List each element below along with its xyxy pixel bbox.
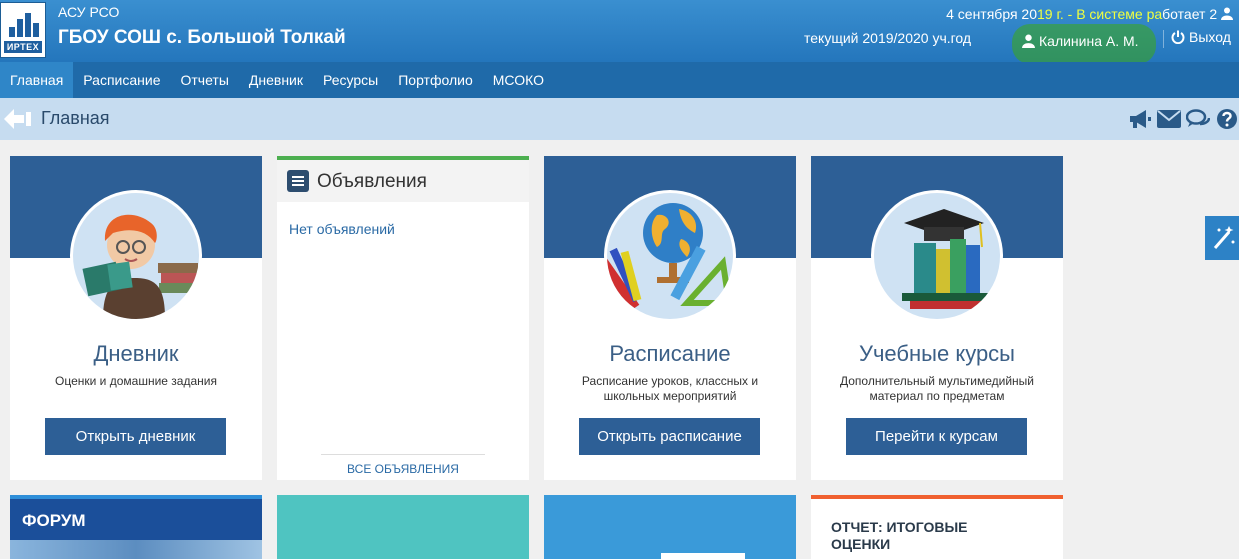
forum-title: ФОРУМ: [22, 511, 86, 530]
logout-label: Выход: [1189, 29, 1231, 45]
system-name: АСУ РСО: [58, 4, 120, 20]
schedule-illustration: [604, 190, 736, 322]
card-subtitle: Дополнительный мультимедийный материал п…: [831, 374, 1043, 404]
nav-item-reports[interactable]: Отчеты: [170, 62, 238, 98]
magic-wand-icon: [1213, 226, 1235, 249]
card-subtitle-line: школьных мероприятий: [603, 389, 737, 403]
card-blue[interactable]: [544, 495, 796, 559]
mail-icon[interactable]: [1157, 107, 1181, 131]
card-subtitle: Оценки и домашние задания: [55, 374, 217, 388]
magic-wand-button[interactable]: [1205, 216, 1239, 260]
page-title: Главная: [41, 108, 110, 128]
nav-item-portfolio[interactable]: Портфолио: [388, 62, 483, 98]
go-to-courses-button[interactable]: Перейти к курсам: [846, 418, 1027, 455]
user-name: Калинина А. М.: [1039, 33, 1139, 49]
report-title-line: ОЦЕНКИ: [831, 536, 891, 552]
report-title: ОТЧЕТ: ИТОГОВЫЕ ОЦЕНКИ: [831, 519, 968, 553]
card-title: Расписание: [609, 341, 731, 366]
logout-button[interactable]: Выход: [1171, 29, 1231, 45]
open-diary-button[interactable]: Открыть дневник: [45, 418, 226, 455]
user-icon: [1022, 34, 1035, 48]
all-announcements-link[interactable]: ВСЕ ОБЪЯВЛЕНИЯ: [277, 462, 529, 476]
card-tab: [661, 553, 745, 559]
courses-illustration: [871, 190, 1003, 322]
nav-item-diary[interactable]: Дневник: [239, 62, 313, 98]
nav-item-msoko[interactable]: МСОКО: [483, 62, 554, 98]
header-bar: ИРТЕХ АСУ РСО ГБОУ СОШ с. Большой Толкай…: [0, 0, 1239, 64]
school-name: ГБОУ СОШ с. Большой Толкай: [58, 27, 346, 48]
card-teal[interactable]: [277, 495, 529, 559]
logo-text: ИРТЕХ: [4, 41, 42, 53]
nav-item-main[interactable]: Главная: [0, 62, 74, 98]
date-highlight-text: 19 г. - В системе ра: [1037, 6, 1163, 22]
card-schedule: Расписание Расписание уроков, классных и…: [544, 156, 796, 480]
card-subtitle: Расписание уроков, классных и школьных м…: [564, 374, 776, 404]
card-title: Дневник: [93, 341, 179, 366]
power-icon: [1171, 30, 1185, 44]
document-icon: [287, 170, 309, 192]
card-subtitle-line: материал по предметам: [869, 389, 1005, 403]
card-subtitle-line: Расписание уроков, классных и: [581, 374, 759, 388]
card-announcements: Объявления Нет объявлений ВСЕ ОБЪЯВЛЕНИЯ: [277, 156, 529, 480]
diary-illustration: [70, 190, 202, 322]
nav-item-resources[interactable]: Ресурсы: [313, 62, 388, 98]
main-nav: Главная Расписание Отчеты Дневник Ресурс…: [0, 62, 1239, 98]
date-text: 4 сентября 20: [946, 6, 1037, 22]
chat-icon[interactable]: [1186, 107, 1210, 131]
help-icon[interactable]: [1215, 107, 1239, 131]
open-schedule-button[interactable]: Открыть расписание: [579, 418, 760, 455]
card-subtitle-line: Дополнительный мультимедийный: [839, 374, 1034, 388]
report-title-line: ОТЧЕТ: ИТОГОВЫЕ: [831, 519, 968, 535]
logo-bars-icon: [9, 9, 39, 37]
forum-image: [10, 540, 262, 559]
date-status-line: 4 сентября 2019 г. - В системе работает …: [946, 6, 1233, 22]
user-profile-link[interactable]: Калинина А. М.: [1016, 29, 1145, 53]
page-title-bar: Главная: [0, 98, 1239, 140]
header-divider: [1163, 30, 1164, 48]
card-forum[interactable]: ФОРУМ: [10, 495, 262, 559]
online-user-icon: [1221, 7, 1233, 20]
date-rest-text: ботает 2: [1162, 6, 1218, 22]
card-final-grades-report[interactable]: ОТЧЕТ: ИТОГОВЫЕ ОЦЕНКИ: [811, 495, 1063, 559]
announcements-header: Объявления: [277, 160, 529, 202]
card-diary: Дневник Оценки и домашние задания Открыт…: [10, 156, 262, 480]
megaphone-icon[interactable]: [1128, 107, 1152, 131]
back-arrow-icon[interactable]: [4, 108, 32, 135]
academic-year: текущий 2019/2020 уч.год: [804, 30, 972, 46]
announcements-title: Объявления: [317, 171, 427, 192]
card-courses: Учебные курсы Дополнительный мультимедий…: [811, 156, 1063, 480]
nav-item-schedule[interactable]: Расписание: [73, 62, 170, 98]
card-title: Учебные курсы: [858, 341, 1015, 366]
irtech-logo[interactable]: ИРТЕХ: [0, 2, 46, 58]
divider: [321, 454, 485, 455]
no-announcements-text: Нет объявлений: [289, 221, 395, 237]
toolbar-icons: [1128, 107, 1239, 131]
